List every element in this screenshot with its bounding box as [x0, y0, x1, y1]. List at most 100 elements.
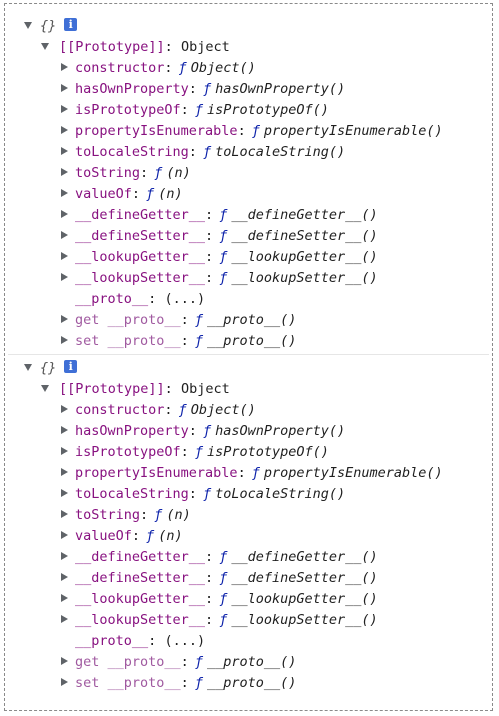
property-row[interactable]: isPrototypeOf: ƒ isPrototypeOf() — [0, 100, 499, 121]
property-row[interactable]: constructor: ƒ Object() — [0, 400, 499, 421]
expand-arrow-icon[interactable] — [61, 315, 68, 323]
prototype-row[interactable]: [[Prototype]]: Object — [0, 379, 499, 400]
expand-arrow-icon[interactable] — [61, 63, 68, 71]
function-signature: __defineGetter__() — [231, 549, 378, 565]
function-signature: toLocaleString() — [215, 144, 346, 160]
property-row[interactable]: set __proto__: ƒ __proto__() — [0, 331, 499, 352]
property-row[interactable]: hasOwnProperty: ƒ hasOwnProperty() — [0, 421, 499, 442]
property-row[interactable]: toString: ƒ (n) — [0, 505, 499, 526]
function-icon: ƒ — [219, 270, 228, 286]
expand-arrow-icon[interactable] — [61, 489, 68, 497]
property-row[interactable]: __lookupSetter__: ƒ __lookupSetter__() — [0, 268, 499, 289]
colon: : — [205, 591, 214, 607]
property-row[interactable]: __defineSetter__: ƒ __defineSetter__() — [0, 226, 499, 247]
property-key: isPrototypeOf — [75, 102, 181, 118]
function-signature: __proto__() — [206, 333, 297, 349]
expand-arrow-icon[interactable] — [61, 189, 68, 197]
function-icon: ƒ — [219, 612, 228, 628]
property-key: valueOf — [75, 528, 132, 544]
expand-arrow-icon[interactable] — [61, 147, 68, 155]
property-row[interactable]: constructor: ƒ Object() — [0, 58, 499, 79]
colon: : — [164, 39, 181, 55]
property-row[interactable]: toString: ƒ (n) — [0, 163, 499, 184]
info-icon[interactable]: i — [64, 17, 78, 31]
property-row[interactable]: valueOf: ƒ (n) — [0, 184, 499, 205]
property-row[interactable]: toLocaleString: ƒ toLocaleString() — [0, 484, 499, 505]
expand-arrow-icon[interactable] — [41, 42, 49, 50]
function-icon: ƒ — [194, 654, 203, 670]
property-row[interactable]: get __proto__: ƒ __proto__() — [0, 310, 499, 331]
object-tree-1: {} i [[Prototype]]: Object constructor: ƒ Obj… — [0, 16, 499, 352]
function-icon: ƒ — [251, 465, 260, 481]
function-signature: hasOwnProperty() — [215, 423, 346, 439]
expand-arrow-icon[interactable] — [61, 531, 68, 539]
object-header-row[interactable]: {} i — [0, 16, 499, 37]
expand-arrow-icon[interactable] — [41, 384, 49, 392]
expand-arrow-icon[interactable] — [61, 615, 68, 623]
property-row[interactable]: toLocaleString: ƒ toLocaleString() — [0, 142, 499, 163]
function-icon: ƒ — [219, 207, 228, 223]
expand-arrow-icon[interactable] — [61, 594, 68, 602]
expand-arrow-icon[interactable] — [61, 447, 68, 455]
property-row[interactable]: __defineSetter__: ƒ __defineSetter__() — [0, 568, 499, 589]
expand-arrow-icon[interactable] — [61, 336, 68, 344]
property-row[interactable]: __proto__: (...) — [0, 289, 499, 310]
expand-arrow-icon[interactable] — [61, 84, 68, 92]
function-signature: isPrototypeOf() — [206, 444, 329, 460]
expand-arrow-icon[interactable] — [61, 231, 68, 239]
expand-arrow-icon[interactable] — [61, 168, 68, 176]
function-signature: Object() — [190, 402, 256, 418]
expand-arrow-icon[interactable] — [61, 573, 68, 581]
function-signature: __lookupSetter__() — [231, 270, 378, 286]
expand-arrow-icon[interactable] — [61, 468, 68, 476]
property-row[interactable]: propertyIsEnumerable: ƒ propertyIsEnumerab… — [0, 463, 499, 484]
colon: : — [180, 444, 189, 460]
property-row[interactable]: isPrototypeOf: ƒ isPrototypeOf() — [0, 442, 499, 463]
expand-arrow-icon[interactable] — [61, 426, 68, 434]
colon: : — [188, 486, 197, 502]
prototype-row[interactable]: [[Prototype]]: Object — [0, 37, 499, 58]
property-key: hasOwnProperty — [75, 423, 189, 439]
function-signature: Object() — [190, 60, 256, 76]
property-row[interactable]: hasOwnProperty: ƒ hasOwnProperty() — [0, 79, 499, 100]
property-row[interactable]: set __proto__: ƒ __proto__() — [0, 673, 499, 694]
property-row[interactable]: __proto__: (...) — [0, 631, 499, 652]
object-preview: {} — [40, 360, 57, 376]
expand-arrow-icon[interactable] — [61, 510, 68, 518]
property-row[interactable]: __defineGetter__: ƒ __defineGetter__() — [0, 205, 499, 226]
property-key: toLocaleString — [75, 144, 189, 160]
expand-arrow-icon[interactable] — [24, 363, 32, 371]
expand-arrow-icon[interactable] — [61, 552, 68, 560]
property-row[interactable]: propertyIsEnumerable: ƒ propertyIsEnumerab… — [0, 121, 499, 142]
property-row[interactable]: __lookupGetter__: ƒ __lookupGetter__() — [0, 589, 499, 610]
expand-arrow-icon[interactable] — [61, 273, 68, 281]
expand-arrow-icon[interactable] — [24, 21, 32, 29]
function-icon: ƒ — [202, 486, 212, 502]
lazy-value[interactable]: (...) — [164, 291, 205, 307]
function-icon: ƒ — [202, 81, 212, 97]
expand-arrow-icon[interactable] — [61, 405, 68, 413]
expand-arrow-icon[interactable] — [61, 657, 68, 665]
object-header-row[interactable]: {} i — [0, 358, 499, 379]
property-key: __defineGetter__ — [75, 207, 206, 223]
expand-arrow-icon[interactable] — [61, 678, 68, 686]
expand-arrow-icon[interactable] — [61, 105, 68, 113]
property-row[interactable]: valueOf: ƒ (n) — [0, 526, 499, 547]
property-key: propertyIsEnumerable — [75, 465, 238, 481]
colon: : — [164, 60, 173, 76]
info-icon[interactable]: i — [64, 359, 78, 373]
property-row[interactable]: __lookupSetter__: ƒ __lookupSetter__() — [0, 610, 499, 631]
expand-arrow-icon[interactable] — [61, 210, 68, 218]
property-key: hasOwnProperty — [75, 81, 189, 97]
expand-arrow-icon[interactable] — [61, 126, 68, 134]
property-row[interactable]: get __proto__: ƒ __proto__() — [0, 652, 499, 673]
expand-arrow-icon[interactable] — [61, 252, 68, 260]
property-row[interactable]: __lookupGetter__: ƒ __lookupGetter__() — [0, 247, 499, 268]
colon: : — [205, 270, 214, 286]
property-key: constructor — [75, 60, 165, 76]
function-icon: ƒ — [178, 60, 187, 76]
property-key: isPrototypeOf — [75, 444, 181, 460]
property-key: toString — [75, 507, 141, 523]
lazy-value[interactable]: (...) — [164, 633, 205, 649]
property-row[interactable]: __defineGetter__: ƒ __defineGetter__() — [0, 547, 499, 568]
